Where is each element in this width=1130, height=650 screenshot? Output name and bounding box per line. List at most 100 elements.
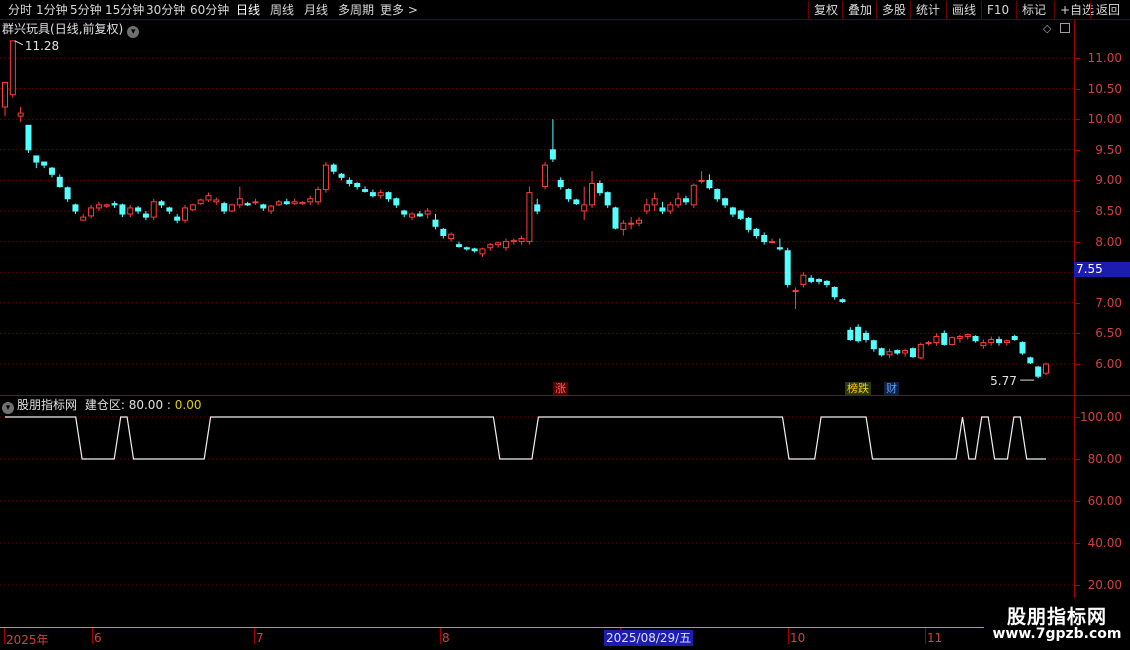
candle [158, 199, 165, 208]
candle-body [362, 189, 369, 192]
candle-body [612, 207, 619, 229]
diamond-icon[interactable]: ◇ [1043, 22, 1051, 35]
candle-body [17, 112, 24, 117]
candle [933, 333, 940, 346]
period-tab[interactable]: 60分钟 [190, 2, 229, 18]
candle [150, 198, 157, 221]
candle [322, 162, 329, 193]
candlestick-pane[interactable]: 11.28 5.77 [0, 38, 1074, 395]
period-tab[interactable]: 更多 > [380, 2, 418, 18]
toolbar-button[interactable]: 返回 [1096, 2, 1120, 18]
candle [72, 203, 79, 215]
candle [377, 189, 384, 199]
candle [41, 161, 48, 169]
price-axis-label: 6.00 [1095, 357, 1122, 371]
candle [393, 197, 400, 208]
price-axis-label: 11.00 [1087, 51, 1122, 65]
candle-body [949, 337, 956, 345]
price-axis-tick [1075, 333, 1080, 335]
candle-body [455, 244, 462, 247]
candle-body [956, 335, 963, 339]
period-tab[interactable]: 分时 [8, 2, 32, 18]
candle [808, 275, 815, 284]
chevron-down-icon[interactable]: ▾ [127, 26, 140, 38]
candle-body [698, 179, 705, 182]
candle-body [643, 204, 650, 212]
period-tab[interactable]: 30分钟 [146, 2, 185, 18]
indicator-axis-label: 40.00 [1087, 536, 1122, 550]
toolbar-button[interactable]: 多股 [882, 2, 906, 18]
candle [980, 339, 987, 349]
period-tab[interactable]: 月线 [304, 2, 328, 18]
candle-body [142, 213, 149, 218]
candle-body [487, 244, 494, 249]
price-axis-label: 6.50 [1095, 326, 1122, 341]
period-tab[interactable]: 1分钟 [36, 2, 68, 18]
candle-body [197, 199, 204, 205]
toolbar-separator [981, 1, 982, 19]
toolbar-button[interactable]: 画线 [952, 2, 976, 18]
indicator-axis-tick [1075, 459, 1080, 460]
date-label: 7 [256, 631, 264, 645]
indicator-pane[interactable] [0, 396, 1074, 628]
candle-body [800, 274, 807, 285]
toolbar-button[interactable]: 标记 [1022, 2, 1046, 18]
candle [628, 217, 635, 230]
candle [753, 228, 760, 239]
chart-title: 群兴玩具(日线,前复权) ▾ [2, 21, 140, 38]
candle [80, 214, 87, 221]
window-toggle-icon[interactable] [1060, 23, 1070, 33]
candle-body [933, 335, 940, 344]
marker-zhang[interactable]: 涨 [553, 382, 568, 396]
candle [706, 174, 713, 190]
period-tab[interactable]: 日线 [236, 2, 260, 18]
toolbar-button[interactable]: 叠加 [848, 2, 872, 18]
toolbar-separator [1090, 1, 1091, 19]
candle-body [980, 342, 987, 347]
date-label: 8 [442, 631, 450, 645]
candle-body [549, 149, 556, 160]
candle-body [1035, 366, 1042, 377]
candle-body [573, 199, 580, 205]
candle-body [25, 124, 32, 151]
candle-body [651, 198, 658, 206]
candle-body [41, 161, 48, 166]
candle [651, 192, 658, 211]
candle [369, 189, 376, 198]
period-tab[interactable]: 15分钟 [105, 2, 144, 18]
date-tick [440, 628, 441, 644]
period-tab[interactable]: 多周期 [338, 2, 374, 18]
candle [385, 191, 392, 202]
candle-body [557, 179, 564, 188]
candle [816, 278, 823, 285]
toolbar-button[interactable]: 统计 [916, 2, 940, 18]
indicator-axis-tick [1075, 501, 1080, 502]
high-pointer [14, 40, 24, 46]
price-axis-tick [1075, 302, 1080, 304]
marker-cai[interactable]: 财 [884, 382, 899, 396]
candle [33, 155, 40, 169]
candle [542, 162, 549, 190]
candle [1019, 341, 1026, 355]
price-axis-label: 9.50 [1095, 142, 1122, 157]
period-tab[interactable]: 5分钟 [70, 2, 102, 18]
candle-body [1027, 357, 1034, 364]
date-label: 10 [790, 631, 806, 645]
price-axis-tick [1075, 149, 1080, 151]
candle [64, 186, 71, 202]
watermark-title: 股朋指标网 [1006, 606, 1107, 628]
marker-bang-die[interactable]: 榜跌 [845, 382, 871, 396]
candle-body [252, 201, 259, 204]
period-tab[interactable]: 周线 [270, 2, 294, 18]
candle [831, 286, 838, 300]
price-axis-tick [1075, 211, 1080, 212]
toolbar-button[interactable]: F10 [987, 2, 1009, 18]
candle-body [518, 238, 525, 243]
candle [729, 206, 736, 218]
candle-body [628, 222, 635, 225]
toolbar-button[interactable]: 复权 [814, 2, 838, 18]
toolbar-button[interactable]: +自选 [1060, 2, 1094, 18]
candle-body [479, 248, 486, 255]
candle [722, 197, 729, 208]
candle [800, 272, 807, 288]
